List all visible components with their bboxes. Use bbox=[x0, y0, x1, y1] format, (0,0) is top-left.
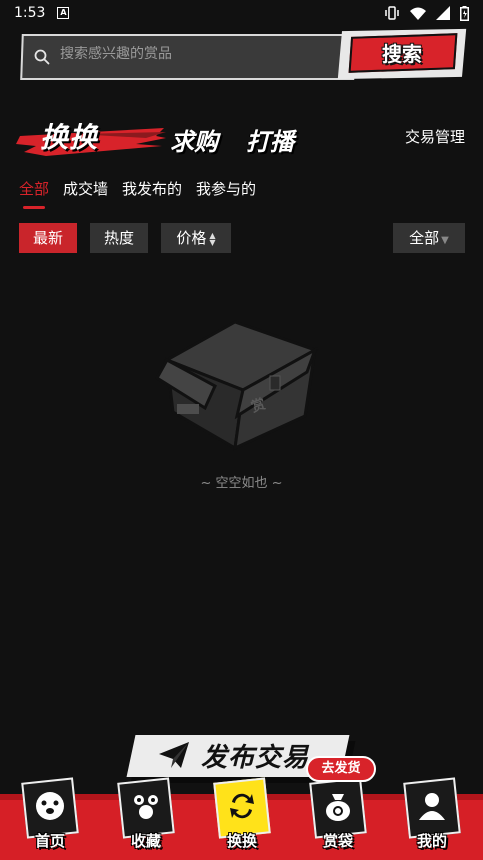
battery-icon bbox=[460, 5, 469, 21]
tab-swap[interactable]: 换换 bbox=[40, 116, 98, 156]
tab-buy-request[interactable]: 求购 bbox=[170, 122, 218, 157]
search-icon bbox=[34, 49, 50, 65]
category-select-value: 全部 bbox=[409, 229, 440, 247]
nav-label-swap: 换换 bbox=[226, 832, 257, 850]
vibrate-icon bbox=[385, 6, 399, 20]
swap-icon bbox=[230, 793, 254, 819]
search-button[interactable]: 搜索 bbox=[337, 28, 467, 80]
sort-price-button[interactable]: 价格 ▲ ▼ bbox=[161, 223, 231, 253]
sort-popularity-button[interactable]: 热度 bbox=[90, 223, 148, 253]
search-button-label: 搜索 bbox=[382, 42, 422, 66]
status-time: 1:53 bbox=[14, 5, 46, 21]
nav-label-favorites: 收藏 bbox=[130, 832, 161, 850]
nav-item-home[interactable]: 首页 bbox=[18, 777, 82, 860]
tab-livestream[interactable]: 打播 bbox=[246, 122, 294, 157]
nav-label-home: 首页 bbox=[34, 832, 65, 850]
filter-tab-all[interactable]: 全部 bbox=[19, 178, 49, 209]
sort-price-label: 价格 bbox=[176, 229, 207, 247]
app-notification-icon: A bbox=[57, 7, 70, 19]
wifi-icon bbox=[410, 7, 426, 20]
empty-box-illustration: 赏 bbox=[155, 320, 319, 451]
nav-item-swap[interactable]: 换换 bbox=[210, 777, 274, 860]
sort-arrows-icon: ▲ ▼ bbox=[209, 230, 216, 247]
user-icon bbox=[419, 793, 445, 820]
sort-row: 最新 热度 价格 ▲ ▼ 全部 ▼ bbox=[19, 223, 465, 253]
go-ship-badge[interactable]: 去发货 bbox=[306, 756, 376, 782]
search-input[interactable] bbox=[60, 46, 330, 62]
bottom-nav: 首页 收藏 换换 赏袋 我的 bbox=[0, 777, 483, 860]
paw-icon bbox=[134, 795, 158, 819]
nav-item-me[interactable]: 我的 bbox=[400, 777, 464, 860]
empty-state-text: ~ 空空如也 ~ bbox=[200, 476, 283, 491]
signal-icon bbox=[436, 6, 450, 20]
filter-tab-deal-wall[interactable]: 成交墙 bbox=[63, 178, 108, 199]
nav-item-favorites[interactable]: 收藏 bbox=[114, 777, 178, 860]
dog-face-icon bbox=[36, 792, 64, 820]
trade-management-link[interactable]: 交易管理 bbox=[405, 126, 465, 147]
money-bag-icon bbox=[326, 794, 350, 821]
search-bar: 搜索 bbox=[18, 28, 467, 84]
sort-latest-button[interactable]: 最新 bbox=[19, 223, 77, 253]
nav-label-reward-bag: 赏袋 bbox=[322, 832, 353, 850]
publish-trade-label: 发布交易 bbox=[201, 743, 310, 773]
status-bar: 1:53 A bbox=[0, 0, 483, 26]
nav-item-reward-bag[interactable]: 赏袋 bbox=[306, 777, 370, 860]
category-select[interactable]: 全部 ▼ bbox=[393, 223, 465, 253]
filter-tabs: 全部 成交墙 我发布的 我参与的 bbox=[19, 178, 256, 209]
header-tabs: 换换 求购 打播 交易管理 bbox=[0, 108, 483, 166]
filter-tab-my-posts[interactable]: 我发布的 bbox=[122, 178, 182, 199]
nav-label-me: 我的 bbox=[416, 832, 447, 850]
paper-plane-icon bbox=[159, 742, 189, 768]
filter-tab-my-participations[interactable]: 我参与的 bbox=[196, 178, 256, 199]
chevron-down-icon: ▼ bbox=[441, 235, 449, 246]
